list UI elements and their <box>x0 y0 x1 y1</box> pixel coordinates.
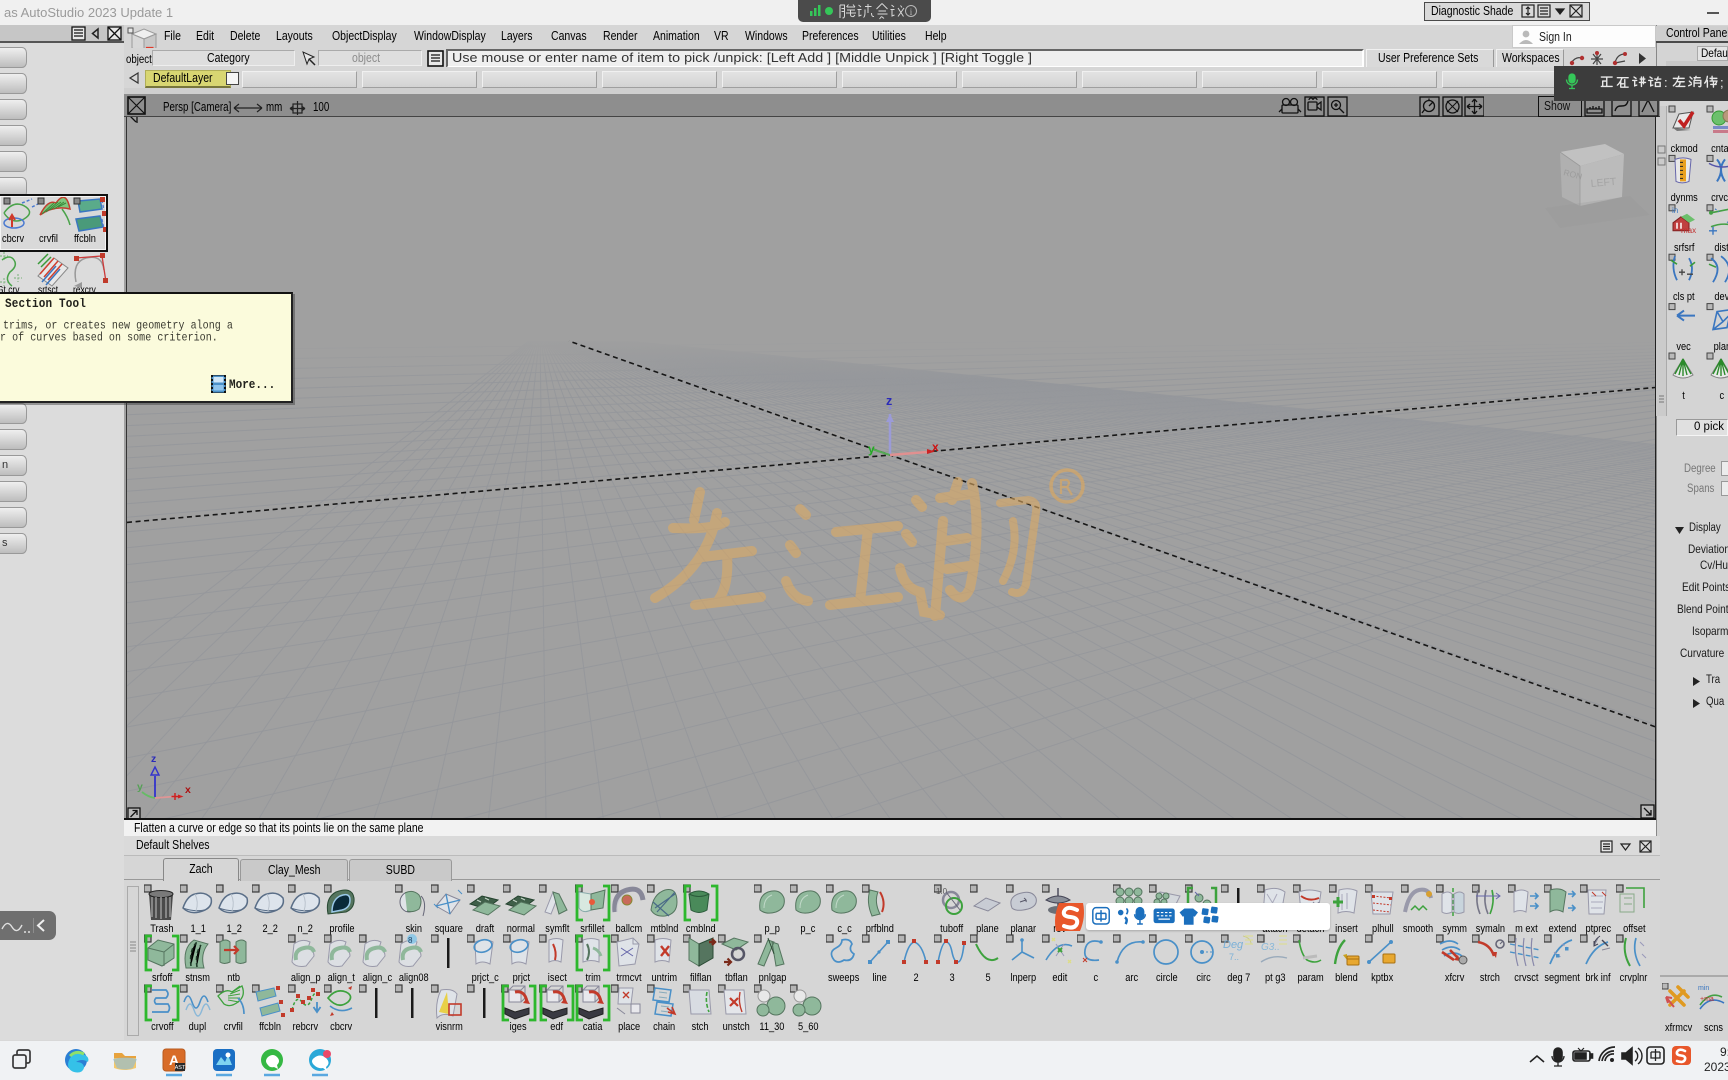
svg-text:y: y <box>137 781 143 793</box>
svg-text::: : <box>1664 75 1668 90</box>
svg-text:9:2023: 9:2023 <box>1704 1045 1728 1074</box>
svg-text:x: x <box>185 784 191 796</box>
svg-text:AST: AST <box>175 1065 186 1071</box>
svg-text:Deg: Deg <box>1223 939 1244 951</box>
svg-text:i: i <box>910 7 913 17</box>
svg-text:8: 8 <box>408 936 413 945</box>
svg-text:7..: 7.. <box>1229 952 1239 962</box>
svg-text:y: y <box>868 442 875 456</box>
svg-text:in: in <box>1672 206 1678 215</box>
svg-text:x: x <box>932 440 939 454</box>
svg-text:;: ; <box>1720 75 1724 90</box>
svg-text:max: max <box>1681 226 1696 235</box>
svg-text:z: z <box>151 753 156 765</box>
svg-text:G3..: G3.. <box>1261 942 1280 953</box>
svg-text:+ma: +ma <box>1700 996 1714 1003</box>
svg-text:z: z <box>886 394 892 408</box>
svg-text:min: min <box>1698 985 1709 992</box>
